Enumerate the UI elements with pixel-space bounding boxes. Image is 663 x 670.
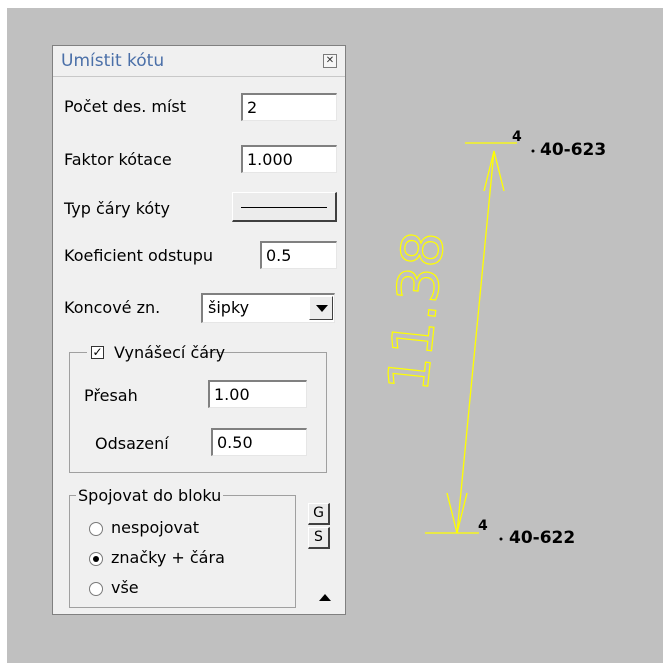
overshoot-label: Přesah: [84, 386, 138, 405]
offset-label: Odsazení: [95, 434, 169, 453]
line-type-label: Typ čáry kóty: [64, 199, 170, 218]
dimension-text: 11.38: [376, 228, 457, 394]
radio-nespojovat[interactable]: [89, 522, 103, 536]
overshoot-input[interactable]: 1.00: [208, 380, 307, 408]
chevron-down-icon[interactable]: [309, 296, 333, 320]
offset-coef-label: Koeficient odstupu: [64, 246, 213, 265]
s-button[interactable]: S: [308, 527, 330, 549]
dimension-line: [456, 150, 495, 534]
point-label-top: 40-623: [540, 140, 606, 160]
radio-vse-label: vše: [111, 578, 139, 597]
end-marks-label: Koncové zn.: [64, 298, 161, 317]
line-type-button[interactable]: [232, 192, 337, 222]
close-icon[interactable]: ✕: [323, 54, 337, 68]
palette-title: Umístit kótu: [61, 51, 165, 71]
radio-nespojovat-label: nespojovat: [111, 518, 200, 537]
offset-coef-input[interactable]: 0.5: [260, 241, 337, 269]
point-marker-top: [531, 149, 535, 153]
offset-input[interactable]: 0.50: [211, 428, 307, 456]
radio-vse[interactable]: [89, 582, 103, 596]
extension-lines-legend: ✓ Vynášecí čáry: [87, 342, 225, 362]
radio-znacky-cara-label: značky + čára: [111, 548, 225, 567]
decimals-label: Počet des. míst: [64, 97, 187, 116]
block-group-title: Spojovat do bloku: [76, 486, 224, 505]
scale-input[interactable]: 1.000: [241, 145, 337, 173]
point-marker-bottom: [499, 537, 503, 541]
collapse-up-icon[interactable]: [319, 594, 331, 601]
g-button[interactable]: G: [308, 503, 330, 525]
end-marks-value: šipky: [208, 298, 250, 317]
radio-znacky-cara[interactable]: [89, 552, 103, 566]
point-label-bottom: 40-622: [509, 528, 575, 548]
decimals-input[interactable]: 2: [241, 93, 337, 121]
palette-titlebar[interactable]: Umístit kótu ✕: [53, 46, 345, 77]
extension-lines-checkbox[interactable]: ✓: [91, 346, 104, 359]
scale-label: Faktor kótace: [64, 150, 172, 169]
point-number-bottom: 4: [478, 518, 488, 534]
extension-lines-label: Vynášecí čáry: [114, 343, 226, 362]
point-number-top: 4: [512, 129, 522, 145]
dimension-palette: Umístit kótu ✕ Počet des. míst 2 Faktor …: [52, 45, 346, 615]
end-marks-select[interactable]: šipky: [201, 293, 335, 323]
